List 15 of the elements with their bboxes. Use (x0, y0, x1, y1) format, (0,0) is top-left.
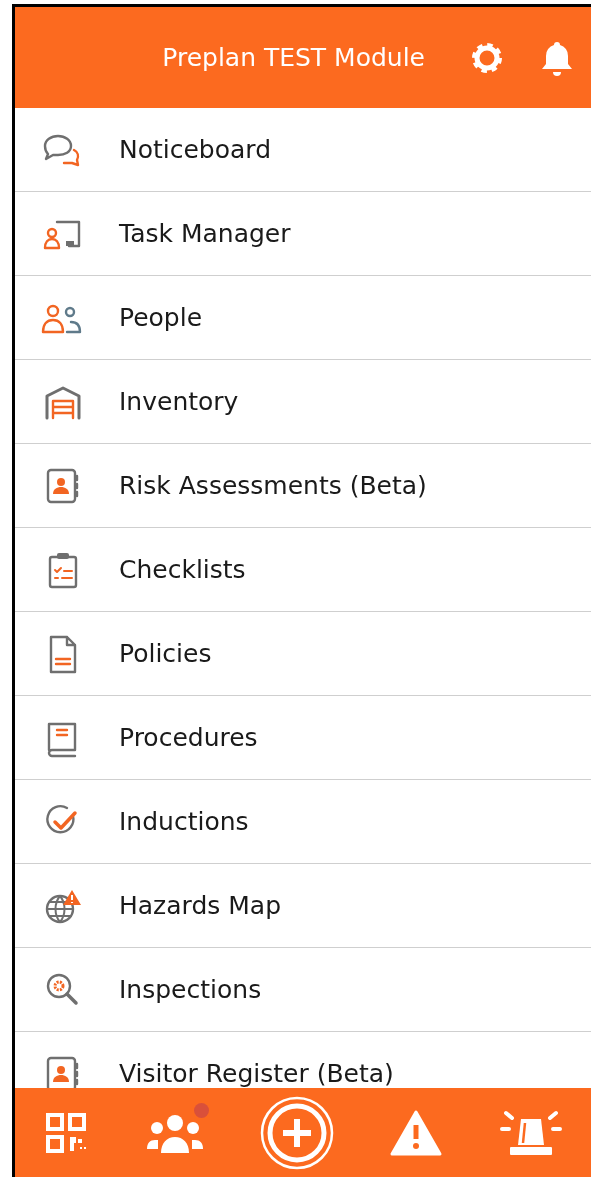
warning-icon (389, 1108, 444, 1157)
add-icon (258, 1094, 335, 1171)
menu-item[interactable]: Inventory (15, 360, 591, 444)
menu-item[interactable]: Hazards Map (15, 864, 591, 948)
menu-item[interactable]: Task Manager (15, 192, 591, 276)
menu-item[interactable]: Noticeboard (15, 108, 591, 192)
menu-item[interactable]: Procedures (15, 696, 591, 780)
menu-item[interactable]: Checklists (15, 528, 591, 612)
menu-item[interactable]: Inspections (15, 948, 591, 1032)
menu-item[interactable]: People (15, 276, 591, 360)
siren-icon (497, 1108, 564, 1157)
header-title: Preplan TEST Module (162, 43, 425, 72)
menu-item[interactable]: Policies (15, 612, 591, 696)
menu-item[interactable]: Risk Assessments (Beta) (15, 444, 591, 528)
menu-item[interactable]: Inductions (15, 780, 591, 864)
